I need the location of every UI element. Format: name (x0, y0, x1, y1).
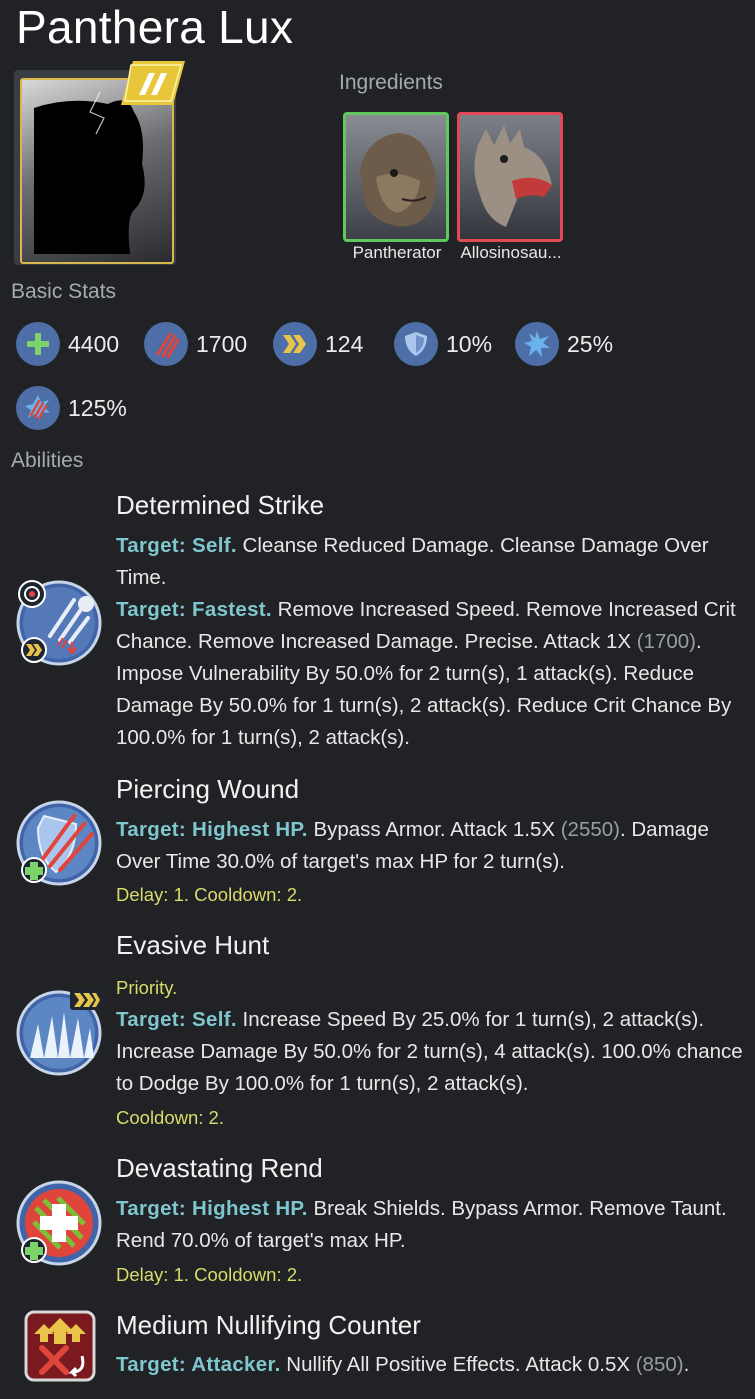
creature-name: Panthera Lux (16, 1, 294, 53)
ability-target: Target: Attacker. (116, 1353, 281, 1376)
ability-name: Piercing Wound (116, 774, 300, 804)
stat-armor: 10% (394, 322, 492, 366)
ingredient-card-pantherator[interactable]: Pantherator (343, 112, 449, 262)
speed-icon (273, 322, 317, 366)
stat-value: 1700 (196, 330, 248, 357)
ingredient-name: Allosinosau... (460, 243, 562, 262)
ability-priority: Priority. (116, 977, 178, 998)
stat-damage: 1700 (144, 322, 247, 366)
stat-value: 10% (446, 330, 493, 357)
ability-timing: Delay: 1. Cooldown: 2. (116, 884, 303, 905)
ability-effect-text: Nullify All Positive Effects. Attack 0.5… (280, 1353, 636, 1376)
ability-effect-text: . (683, 1353, 690, 1376)
stat-value: 4400 (68, 330, 120, 357)
ability-description: Target: Self. Increase Speed By 25.0% fo… (116, 1004, 746, 1100)
pantherator-image (346, 115, 446, 239)
ingredient-portrait (457, 112, 563, 242)
damage-icon (144, 322, 188, 366)
stat-value: 124 (325, 330, 364, 357)
ability-target: Target: Self. (116, 1008, 237, 1031)
stat-value: 25% (567, 330, 614, 357)
ability-target: Target: Fastest. (116, 598, 272, 621)
ability-damage-value: (1700) (636, 630, 696, 653)
ability-timing: Delay: 1. Cooldown: 2. (116, 1264, 303, 1285)
stat-speed: 124 (273, 322, 363, 366)
ability-name: Determined Strike (116, 490, 325, 520)
stat-value: 125% (68, 394, 127, 421)
ability-target: Target: Highest HP. (116, 818, 308, 841)
silhouette-image (34, 91, 145, 254)
ability-damage-value: (850) (635, 1353, 684, 1376)
ability-name: Evasive Hunt (116, 930, 270, 960)
ingredient-portrait (343, 112, 449, 242)
stat-health: 4400 (16, 322, 119, 366)
crit-chance-icon (515, 322, 559, 366)
ability-description: Target: Highest HP. Bypass Armor. Attack… (116, 814, 746, 878)
health-icon (16, 322, 60, 366)
ability-target: Target: Highest HP. (116, 1197, 308, 1220)
ability-target: Target: Self. (116, 534, 237, 557)
ability-description: Target: Self. Cleanse Reduced Damage. Cl… (116, 530, 746, 754)
devastating-rend-icon[interactable] (14, 1178, 104, 1268)
armor-icon (394, 322, 438, 366)
ingredients-label: Ingredients (339, 71, 443, 94)
nullifying-counter-icon[interactable] (24, 1310, 96, 1382)
ability-description: Target: Highest HP. Break Shields. Bypas… (116, 1193, 746, 1257)
abilities-label: Abilities (11, 449, 84, 472)
ability-description: Target: Attacker. Nullify All Positive E… (116, 1349, 746, 1381)
crit-multiplier-icon (16, 386, 60, 430)
piercing-wound-icon[interactable] (14, 798, 104, 888)
stat-crit-multiplier: 125% (16, 386, 127, 430)
basic-stats-label: Basic Stats (11, 280, 117, 303)
stat-crit-chance: 25% (515, 322, 613, 366)
allosinosaurus-image (460, 115, 560, 239)
ability-name: Medium Nullifying Counter (116, 1310, 421, 1340)
determined-strike-icon[interactable] (14, 578, 104, 668)
ingredient-card-allosinosaurus[interactable]: Allosinosau... (457, 112, 563, 262)
ability-name: Devastating Rend (116, 1153, 323, 1183)
evasive-hunt-icon[interactable] (14, 988, 104, 1078)
ability-effect-text: Bypass Armor. Attack 1.5X (307, 818, 561, 841)
ability-timing: Cooldown: 2. (116, 1107, 224, 1128)
hybrid-rarity-icon (121, 61, 185, 105)
ability-damage-value: (2550) (560, 818, 620, 841)
ingredient-name: Pantherator (352, 243, 442, 262)
portrait-frame (20, 78, 174, 264)
